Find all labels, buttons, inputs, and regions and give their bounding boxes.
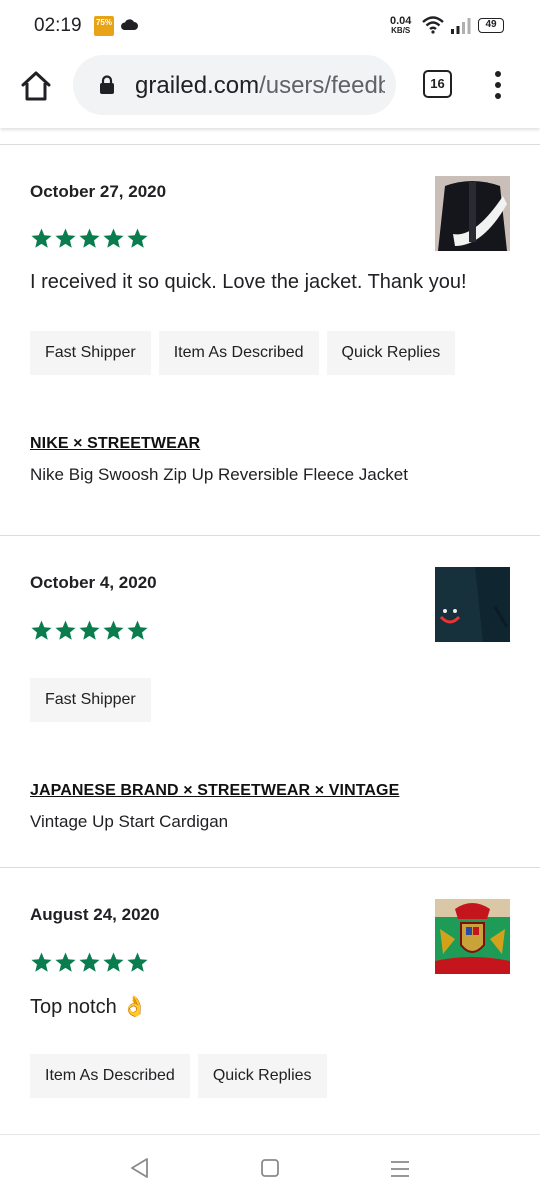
- brand-link[interactable]: JAPANESE BRAND × STREETWEAR × VINTAGE: [30, 782, 399, 800]
- tag: Quick Replies: [197, 1054, 327, 1098]
- tag: Item As Described: [158, 331, 319, 375]
- star-icon: [127, 620, 148, 640]
- status-bar: 02:19 75% 0.04 KB/S 49: [0, 0, 540, 52]
- battery-icon: 49: [478, 18, 504, 33]
- overflow-menu-icon[interactable]: [487, 68, 509, 104]
- feedback-list: October 27, 2020 I received it so quick.…: [0, 128, 540, 1134]
- tab-switcher-button[interactable]: 16: [423, 70, 452, 98]
- url-text[interactable]: grailed.com/users/feedback: [135, 72, 385, 100]
- signal-icon: [451, 18, 471, 34]
- item-thumbnail[interactable]: [435, 176, 510, 251]
- battery-saver-icon: 75%: [94, 16, 114, 36]
- tag: Fast Shipper: [30, 678, 151, 722]
- network-speed: 0.04 KB/S: [390, 15, 412, 36]
- back-icon[interactable]: [129, 1157, 151, 1179]
- star-icon: [103, 620, 124, 640]
- star-icon: [31, 620, 52, 640]
- home-square-icon[interactable]: [260, 1158, 280, 1178]
- review-date: October 27, 2020: [30, 182, 167, 201]
- system-nav-bar: [0, 1134, 540, 1200]
- star-rating: [30, 227, 149, 250]
- star-icon: [31, 952, 52, 972]
- recents-icon[interactable]: [389, 1159, 411, 1179]
- status-time: 02:19: [34, 15, 82, 36]
- tag: Fast Shipper: [30, 331, 151, 375]
- tag-list: Fast Shipper: [30, 678, 151, 722]
- star-icon: [31, 228, 52, 248]
- brand-link[interactable]: NIKE × STREETWEAR: [30, 435, 200, 453]
- cloud-icon: [121, 19, 138, 30]
- star-icon: [79, 620, 100, 640]
- review-text: Top notch 👌: [30, 996, 148, 1018]
- item-title[interactable]: Nike Big Swoosh Zip Up Reversible Fleece…: [30, 465, 408, 485]
- star-icon: [79, 952, 100, 972]
- star-icon: [55, 952, 76, 972]
- item-thumbnail[interactable]: [435, 899, 510, 974]
- item-thumbnail[interactable]: [435, 567, 510, 642]
- wifi-icon: [422, 16, 444, 34]
- tag: Item As Described: [30, 1054, 190, 1098]
- review-date: October 4, 2020: [30, 573, 157, 592]
- star-icon: [127, 228, 148, 248]
- star-rating: [30, 619, 149, 642]
- item-title[interactable]: Vintage Up Start Cardigan: [30, 812, 228, 832]
- address-bar[interactable]: grailed.com/users/feedback: [73, 55, 396, 115]
- divider: [0, 535, 540, 536]
- review-text: I received it so quick. Love the jacket.…: [30, 271, 467, 293]
- star-icon: [127, 952, 148, 972]
- tag-list: Item As Described Quick Replies: [30, 1054, 327, 1098]
- home-icon[interactable]: [18, 68, 54, 104]
- divider: [0, 867, 540, 868]
- lock-icon[interactable]: [99, 75, 115, 95]
- star-icon: [55, 620, 76, 640]
- star-icon: [55, 228, 76, 248]
- star-icon: [103, 228, 124, 248]
- browser-toolbar: grailed.com/users/feedback 16: [0, 52, 540, 128]
- review-date: August 24, 2020: [30, 905, 160, 924]
- star-icon: [103, 952, 124, 972]
- divider: [0, 144, 540, 145]
- star-rating: [30, 951, 149, 974]
- tag: Quick Replies: [326, 331, 456, 375]
- tag-list: Fast Shipper Item As Described Quick Rep…: [30, 331, 456, 375]
- star-icon: [79, 228, 100, 248]
